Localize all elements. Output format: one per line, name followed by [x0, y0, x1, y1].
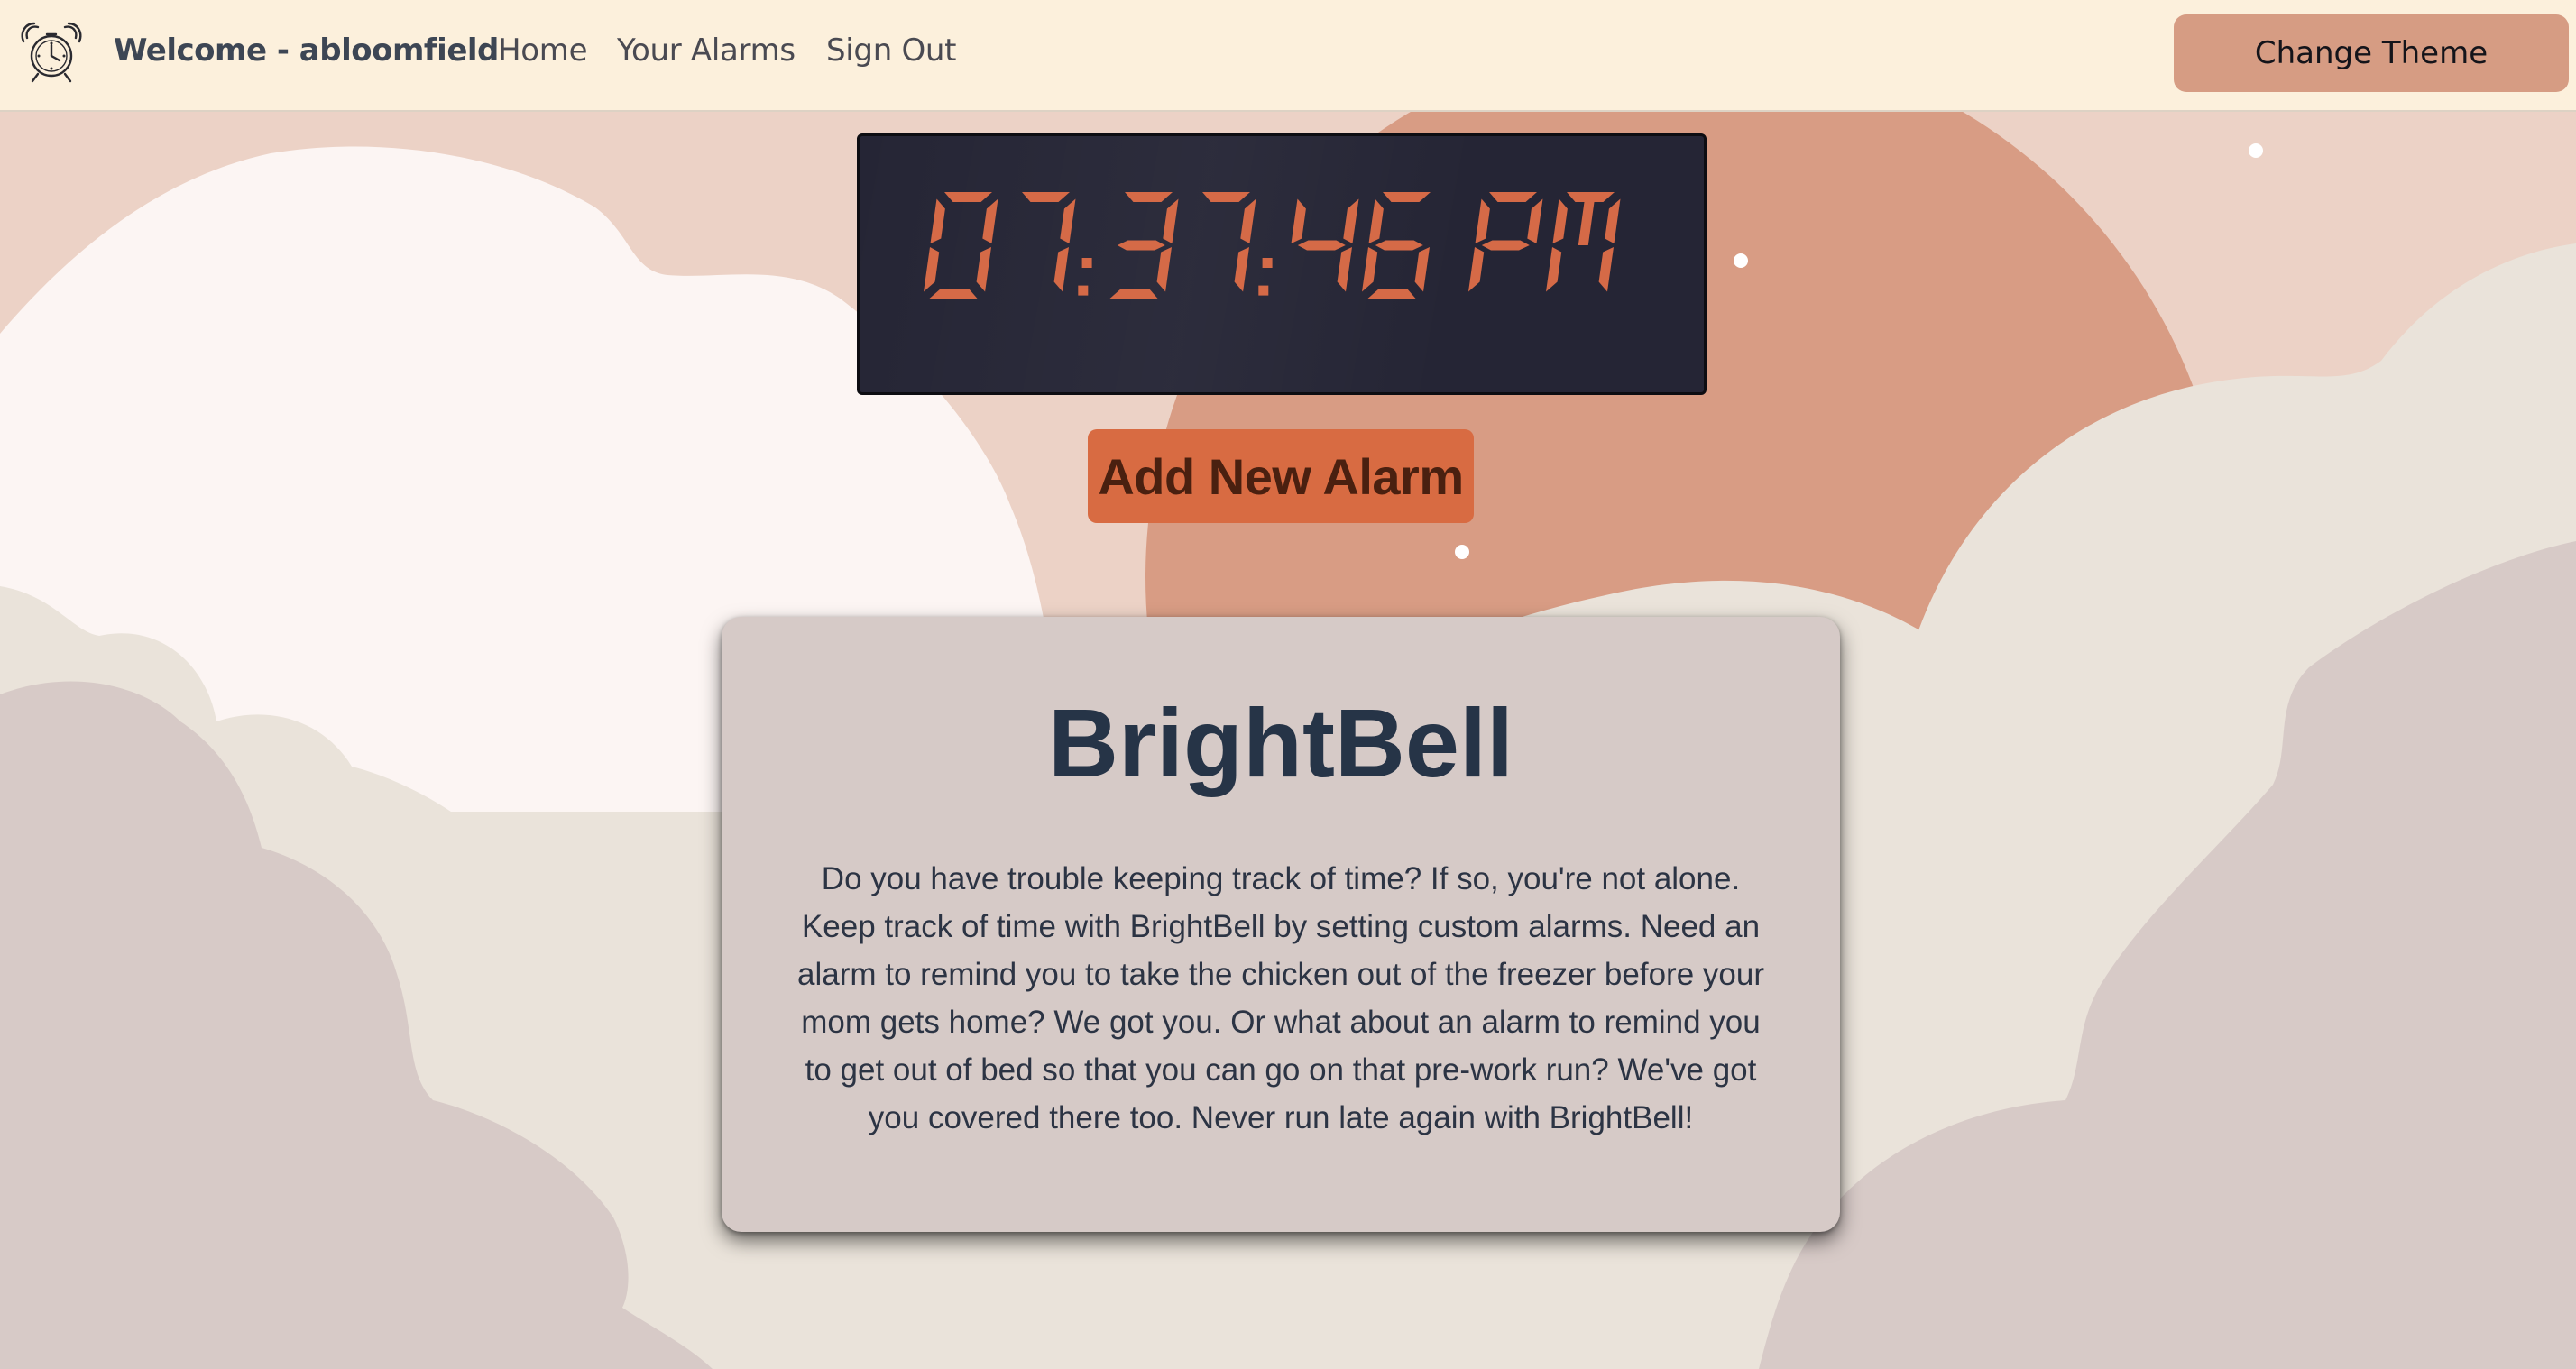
clock-segment — [1240, 198, 1256, 243]
clock-segment — [1578, 202, 1595, 245]
clock-segment — [1598, 247, 1614, 292]
clock-digit — [1109, 192, 1179, 299]
alarm-clock-icon[interactable] — [18, 20, 85, 87]
clock-segment — [1291, 198, 1306, 243]
clock-digit — [1546, 192, 1621, 292]
nav-link-your-alarms[interactable]: Your Alarms — [617, 32, 796, 69]
clock-segment — [1125, 192, 1173, 202]
clock-segment — [1368, 198, 1384, 243]
clock-segment — [1053, 247, 1069, 292]
clock-segment — [930, 198, 945, 243]
clock-segment — [1234, 247, 1249, 292]
digital-clock — [857, 133, 1707, 395]
clock-segment — [924, 247, 940, 292]
intro-card: BrightBell Do you have trouble keeping t… — [722, 617, 1840, 1232]
clock-colon-dot — [1258, 285, 1269, 296]
clock-segment — [1375, 240, 1423, 251]
clock-digits — [924, 192, 1621, 299]
clock-segment — [1109, 289, 1158, 299]
navbar: Welcome - abloomfield Home Your Alarms S… — [0, 0, 2576, 112]
sparkle-dot — [2249, 143, 2263, 158]
clock-segment — [1367, 289, 1416, 299]
sparkle-dot — [1734, 253, 1748, 268]
clock-segment — [944, 192, 992, 202]
clock-digit — [1468, 192, 1543, 292]
clock-digit — [1202, 192, 1256, 292]
clock-segment — [1337, 247, 1352, 292]
clock-segment — [1552, 198, 1568, 243]
clock-segment — [1362, 247, 1378, 292]
nav-link-sign-out[interactable]: Sign Out — [826, 32, 957, 69]
clock-segment — [1156, 247, 1172, 292]
clock-segment — [1343, 198, 1359, 243]
clock-segment — [982, 198, 998, 243]
clock-segment — [976, 247, 991, 292]
clock-segment — [1567, 192, 1615, 202]
clock-digit — [924, 192, 998, 299]
clock-segment — [1527, 198, 1543, 243]
clock-segment — [1297, 240, 1346, 251]
clock-segment — [1489, 192, 1537, 202]
clock-digit — [1022, 192, 1076, 292]
clock-segment — [1546, 247, 1562, 292]
clock-digit — [1291, 198, 1359, 292]
intro-description: Do you have trouble keeping track of tim… — [797, 861, 1764, 1135]
clock-colon-dot — [1262, 258, 1273, 268]
clock-segment — [1060, 198, 1076, 243]
page-title: BrightBell — [1047, 688, 1513, 797]
clock-segment — [1022, 192, 1070, 202]
clock-segment — [1383, 192, 1431, 202]
clock-segment — [1605, 198, 1621, 243]
nav-link-home[interactable]: Home — [498, 32, 588, 69]
welcome-text: Welcome - abloomfield — [114, 32, 499, 69]
clock-segment — [1117, 240, 1165, 251]
clock-colon-dot — [1081, 258, 1092, 268]
clock-segment — [929, 289, 978, 299]
clock-digit — [1362, 192, 1431, 299]
sparkle-dot — [1455, 545, 1469, 559]
clock-segment — [1202, 192, 1250, 202]
clock-segment — [1468, 247, 1485, 292]
change-theme-button[interactable]: Change Theme — [2174, 14, 2569, 92]
add-new-alarm-button[interactable]: Add New Alarm — [1088, 429, 1474, 523]
clock-segment — [1163, 198, 1179, 243]
clock-segment — [1481, 240, 1530, 251]
clock-segment — [1475, 198, 1490, 243]
clock-segment — [1414, 247, 1430, 292]
clock-colon-dot — [1078, 285, 1089, 296]
